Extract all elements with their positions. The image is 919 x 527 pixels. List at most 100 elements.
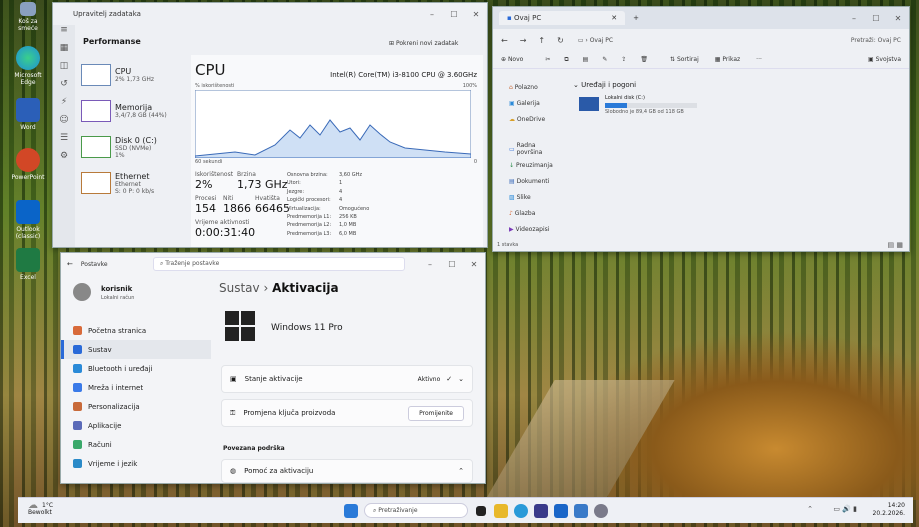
activation-state: Aktivno [417, 375, 441, 383]
history-icon[interactable]: ↺ [53, 79, 75, 97]
clock[interactable]: 14:20 20.2.2026. [873, 502, 905, 518]
explorer-tab[interactable]: ▪ Ovaj PC ✕ [499, 11, 626, 25]
perf-item-ethernet[interactable]: Ethernet Ethernet S: 0 P: 0 kb/s [81, 167, 183, 199]
back-arrow-icon[interactable]: ← [67, 260, 73, 268]
desktop-icon-excel[interactable]: Excel [8, 248, 48, 281]
new-tab-icon[interactable]: + [633, 14, 639, 22]
maximize-icon[interactable]: ☐ [865, 14, 887, 23]
nav-item-videos[interactable]: ▶ Videozapisi [493, 221, 563, 237]
nav-item-desktop[interactable]: ▭ Radna površina [493, 141, 563, 157]
cpu-heading: CPU [195, 61, 226, 79]
account-icon [73, 440, 82, 449]
nav-item-onedrive[interactable]: ☁ OneDrive [493, 111, 563, 127]
desktop-icon-edge[interactable]: Microsoft Edge [8, 46, 48, 86]
nav-item-downloads[interactable]: ↓ Preuzimanja [493, 157, 563, 173]
activation-help-card[interactable]: ◍ Pomoć za aktivaciju ⌃ [221, 459, 473, 483]
maximize-icon[interactable]: ☐ [443, 10, 465, 19]
users-icon[interactable]: ☺ [53, 115, 75, 133]
view-toggle[interactable]: ▤ ▦ [888, 241, 903, 249]
nav-item-pictures[interactable]: ▨ Slike [493, 189, 563, 205]
processes-icon[interactable]: ▦ [53, 43, 75, 61]
services-icon[interactable]: ⚙ [53, 151, 75, 169]
store-icon[interactable] [534, 504, 548, 518]
perf-item-disk[interactable]: Disk 0 (C:) SSD (NVMe) 1% [81, 131, 183, 163]
rename-icon[interactable]: ✎ [602, 56, 607, 63]
nav-item-home[interactable]: ⌂ Polazno [493, 79, 563, 95]
nav-item-gallery[interactable]: ▣ Galerija [493, 95, 563, 111]
new-button[interactable]: ⊕ Novo [501, 56, 523, 63]
cut-icon[interactable]: ✂ [545, 56, 550, 63]
tray-chevron-up-icon[interactable]: ⌃ [807, 505, 813, 513]
settings-search-input[interactable]: ⌕ Traženje postavke [153, 257, 405, 271]
performance-icon[interactable]: ◫ [53, 61, 75, 79]
settings-icon[interactable] [594, 504, 608, 518]
perf-item-sub: 3,4/7,8 GB (44%) [115, 112, 167, 119]
paste-icon[interactable]: ▤ [583, 56, 589, 63]
nav-item-home[interactable]: Početna stranica [61, 321, 211, 340]
minimize-icon[interactable]: – [421, 10, 443, 19]
nav-item-time-language[interactable]: Vrijeme i jezik [61, 454, 211, 473]
nav-item-apps[interactable]: Aplikacije [61, 416, 211, 435]
tray-icons[interactable]: ▭ 🔊 ▮ [833, 505, 857, 513]
activation-state-card[interactable]: ▣ Stanje aktivacije Aktivno ✓ ⌄ [221, 365, 473, 393]
maximize-icon[interactable]: ☐ [441, 260, 463, 269]
close-icon[interactable]: ✕ [465, 10, 487, 19]
nav-item-network[interactable]: Mreža i internet [61, 378, 211, 397]
desktop-icon-word[interactable]: Word [8, 98, 48, 131]
explorer-titlebar: ▪ Ovaj PC ✕ + – ☐ ✕ [493, 7, 909, 29]
nav-label: Vrijeme i jezik [88, 459, 138, 468]
tab-close-icon[interactable]: ✕ [611, 14, 617, 22]
properties-button[interactable]: ▣ Svojstva [868, 56, 901, 63]
search-box[interactable]: Pretraži: Ovaj PC [851, 37, 901, 44]
taskbar-search[interactable]: ⌕ Pretraživanje [364, 503, 468, 518]
breadcrumb-separator: › [263, 281, 269, 295]
task-view-icon[interactable] [476, 506, 486, 516]
nav-item-music[interactable]: ♪ Glazba [493, 205, 563, 221]
startup-icon[interactable]: ⚡ [53, 97, 75, 115]
minimize-icon[interactable]: – [843, 14, 865, 23]
back-icon[interactable]: ← [501, 36, 508, 45]
desktop-icon-recycle-bin[interactable]: Koš za smeće [8, 2, 48, 32]
drive-tile-c[interactable]: Lokalni disk (C:) Slobodno je 89,4 GB od… [579, 95, 709, 115]
nav-label: OneDrive [516, 115, 546, 123]
task-manager-icon[interactable] [574, 504, 588, 518]
desktop-icon-powerpoint[interactable]: PowerPoint [8, 148, 48, 181]
start-icon[interactable] [344, 504, 358, 518]
menu-icon[interactable]: ≡ [53, 25, 75, 43]
file-explorer-icon[interactable] [494, 504, 508, 518]
nav-item-documents[interactable]: ▤ Dokumenti [493, 173, 563, 189]
address-bar[interactable]: ▭ › Ovaj PC [578, 37, 613, 44]
share-icon[interactable]: ⇪ [621, 56, 626, 63]
perf-item-cpu[interactable]: CPU 2% 1,73 GHz [81, 59, 183, 91]
drive-icon [579, 97, 599, 111]
perf-item-memory[interactable]: Memorija 3,4/7,8 GB (44%) [81, 95, 183, 127]
close-icon[interactable]: ✕ [887, 14, 909, 23]
change-key-button[interactable]: Promijenite [408, 405, 464, 421]
refresh-icon[interactable]: ↻ [557, 36, 564, 45]
group-header[interactable]: ⌄ Uređaji i pogoni [573, 81, 636, 89]
outlook-icon[interactable] [554, 504, 568, 518]
close-icon[interactable]: ✕ [463, 260, 485, 269]
nav-item-system[interactable]: Sustav [61, 340, 211, 359]
breadcrumb-parent[interactable]: Sustav [219, 281, 260, 295]
more-icon[interactable]: ··· [756, 56, 762, 63]
nav-item-bluetooth[interactable]: Bluetooth i uređaji [61, 359, 211, 378]
desktop-icon-outlook[interactable]: Outlook (classic) [8, 200, 48, 240]
forward-icon[interactable]: → [520, 36, 527, 45]
details-icon[interactable]: ☰ [53, 133, 75, 151]
edge-icon[interactable] [514, 504, 528, 518]
copy-icon[interactable]: ⧉ [564, 56, 568, 64]
wifi-icon [73, 383, 82, 392]
weather-widget[interactable]: ☁ 1°C Bewolkt [28, 501, 53, 517]
minimize-icon[interactable]: – [419, 260, 441, 269]
nav-item-personalization[interactable]: Personalizacija [61, 397, 211, 416]
nav-item-accounts[interactable]: Računi [61, 435, 211, 454]
sort-button[interactable]: ⇅ Sortiraj [670, 56, 699, 63]
perf-item-sub: SSD (NVMe) [115, 144, 152, 152]
delete-icon[interactable]: 🗑 [640, 56, 648, 63]
up-icon[interactable]: ↑ [538, 36, 545, 45]
battery-icon: ▮ [853, 505, 857, 513]
new-task-button[interactable]: ⊞ Pokreni novi zadatak [389, 40, 458, 47]
desktop-icon-label: Outlook (classic) [15, 226, 41, 240]
view-button[interactable]: ▦ Prikaz [715, 56, 740, 63]
